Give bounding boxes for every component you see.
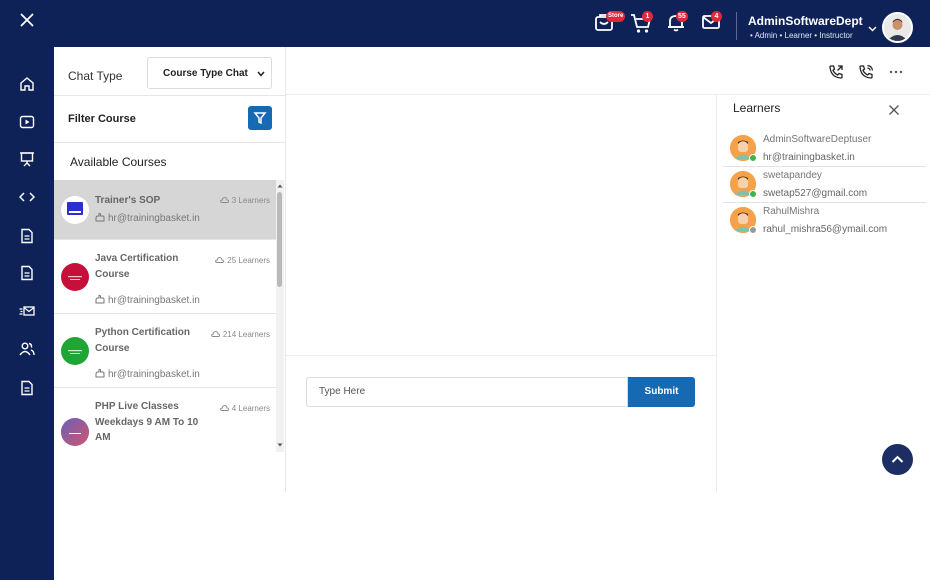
course-logo [61, 263, 89, 291]
bell-badge: 55 [676, 11, 688, 22]
course-item[interactable]: Python Certification Course 214 Learners… [54, 314, 276, 388]
divider [54, 142, 286, 143]
more-options-icon[interactable] [888, 64, 904, 80]
left-nav [0, 47, 54, 580]
instructor-icon [95, 294, 105, 307]
filter-button[interactable] [248, 106, 272, 130]
course-list: Trainer's SOP 3 Learners hr@trainingbask… [54, 180, 276, 448]
message-input-placeholder: Type Here [319, 386, 366, 397]
course-learners: 4 Learners [219, 404, 270, 413]
user-name[interactable]: AdminSoftwareDept [748, 14, 863, 28]
mail-badge: 4 [711, 11, 722, 22]
cloud-icon [210, 330, 220, 339]
course-learners: 3 Learners [219, 196, 270, 205]
course-item[interactable]: Java Certification Course 25 Learners hr… [54, 240, 276, 314]
divider [54, 95, 286, 96]
course-email-text: hr@trainingbasket.in [108, 213, 200, 225]
top-bar: Store 1 55 4 AdminSoftwareDept • Admin •… [0, 0, 930, 47]
filter-icon [253, 112, 267, 125]
course-email: hr@trainingbasket.in [95, 212, 200, 225]
topbar-divider [736, 12, 737, 40]
learner-name: AdminSoftwareDeptuser [763, 134, 872, 145]
available-courses-label: Available Courses [70, 155, 167, 169]
cloud-icon [219, 196, 229, 205]
course-email: hr@trainingbasket.in [95, 368, 200, 381]
online-status-dot [749, 190, 757, 198]
course-title: Python Certification Course [95, 327, 191, 354]
phone-call-icon[interactable] [858, 64, 874, 80]
chevron-down-icon [257, 69, 265, 80]
users-icon[interactable] [19, 341, 36, 358]
learner-email: swetap527@gmail.com [763, 188, 868, 199]
scroll-to-top-button[interactable] [882, 444, 913, 475]
submit-button[interactable]: Submit [628, 377, 695, 407]
learner-name: RahulMishra [763, 206, 820, 217]
cloud-icon [215, 256, 225, 265]
document-icon[interactable] [19, 380, 36, 397]
online-status-dot [749, 154, 757, 162]
course-learners: 25 Learners [215, 256, 270, 265]
message-input[interactable]: Type Here [306, 377, 628, 407]
learner-avatar [730, 135, 757, 162]
filter-course-label: Filter Course [68, 113, 136, 125]
scroll-up-icon [277, 184, 283, 188]
course-title: PHP Live Classes Weekdays 9 AM To 10 AM [95, 401, 199, 443]
learner-email: hr@trainingbasket.in [763, 152, 855, 163]
course-panel: Chat Type Course Type Chat Filter Course… [54, 47, 286, 492]
learner-item[interactable]: RahulMishra rahul_mishra56@ymail.com [723, 203, 926, 239]
document-icon[interactable] [19, 228, 36, 245]
chat-type-label: Chat Type [68, 69, 123, 83]
learner-avatar [730, 171, 757, 198]
chat-input-divider [286, 355, 716, 356]
presentation-icon[interactable] [19, 151, 36, 168]
learners-panel: Learners AdminSoftwareDeptuser hr@traini… [716, 95, 930, 492]
learner-item[interactable]: swetapandey swetap527@gmail.com [723, 167, 926, 203]
offline-status-dot [749, 226, 757, 234]
learner-item[interactable]: AdminSoftwareDeptuser hr@trainingbasket.… [723, 131, 926, 167]
course-logo [61, 337, 89, 365]
learners-count: 25 Learners [227, 256, 270, 265]
chevron-down-icon[interactable] [868, 19, 877, 37]
close-icon[interactable] [20, 13, 36, 29]
course-item[interactable]: PHP Live Classes Weekdays 9 AM To 10 AM … [54, 388, 276, 448]
chat-type-select[interactable]: Course Type Chat [147, 57, 272, 89]
close-icon[interactable] [888, 103, 900, 115]
home-icon[interactable] [19, 76, 36, 93]
phone-outgoing-icon[interactable] [828, 64, 844, 80]
user-roles: • Admin • Learner • Instructor [750, 31, 853, 40]
course-logo [61, 418, 89, 446]
course-list-scrollbar[interactable] [276, 180, 284, 452]
learners-count: 4 Learners [231, 404, 270, 413]
learner-avatar [730, 207, 757, 234]
course-title: Java Certification Course [95, 253, 179, 280]
chat-type-value: Course Type Chat [163, 68, 248, 79]
video-icon[interactable] [19, 114, 36, 131]
learner-name: swetapandey [763, 170, 822, 181]
cart-badge: 1 [642, 11, 653, 22]
send-mail-icon[interactable] [19, 303, 36, 320]
scroll-thumb[interactable] [277, 192, 282, 287]
code-icon[interactable] [18, 189, 36, 206]
course-title: Trainer's SOP [95, 195, 161, 206]
chevron-up-icon [891, 455, 904, 463]
user-avatar[interactable] [882, 12, 913, 43]
course-learners: 214 Learners [210, 330, 270, 339]
cloud-icon [219, 404, 229, 413]
learners-title: Learners [733, 101, 781, 115]
scroll-down-icon [277, 443, 283, 447]
course-logo [61, 196, 89, 224]
instructor-icon [95, 212, 105, 225]
store-badge: Store [606, 11, 626, 22]
learner-email: rahul_mishra56@ymail.com [763, 224, 888, 235]
course-email-text: hr@trainingbasket.in [108, 369, 200, 381]
course-email: hr@trainingbasket.in [95, 294, 200, 307]
instructor-icon [95, 368, 105, 381]
course-item[interactable]: Trainer's SOP 3 Learners hr@trainingbask… [54, 180, 276, 240]
course-email-text: hr@trainingbasket.in [108, 295, 200, 307]
document-icon[interactable] [19, 265, 36, 282]
learners-count: 214 Learners [222, 330, 270, 339]
learners-count: 3 Learners [231, 196, 270, 205]
